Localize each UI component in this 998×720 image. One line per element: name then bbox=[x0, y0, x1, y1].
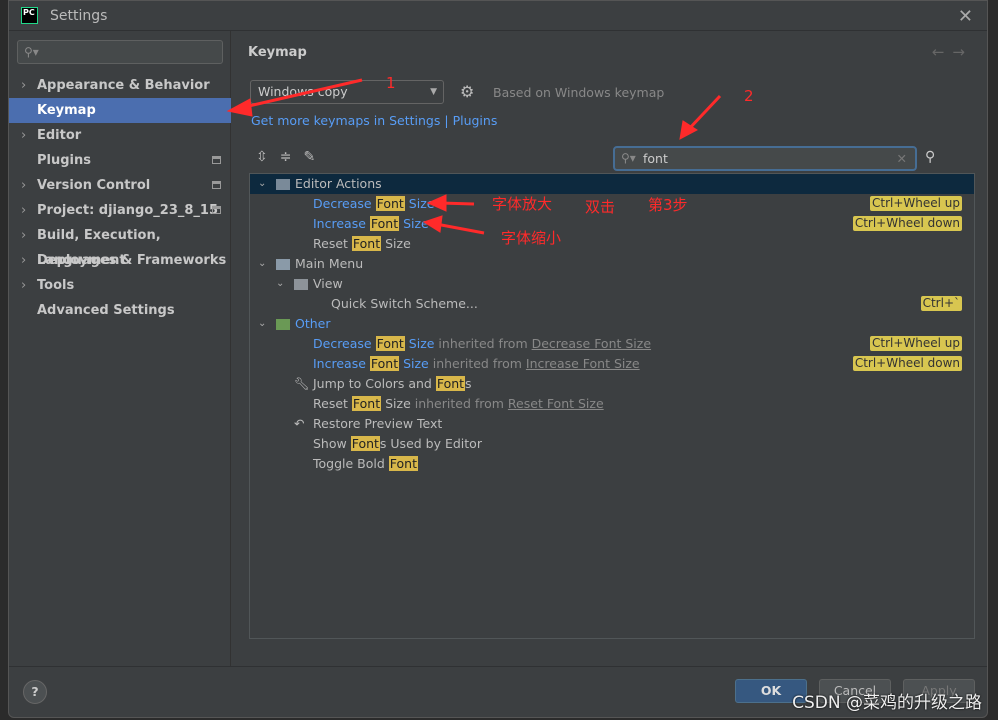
arrow-1-head bbox=[226, 98, 253, 117]
annotation-2: 2 bbox=[744, 87, 754, 105]
arrow-3-head bbox=[426, 194, 447, 212]
annotation-double-click: 双击 bbox=[585, 198, 616, 216]
watermark: CSDN @菜鸡的升级之路 bbox=[792, 693, 982, 713]
annotation-shrink: 字体缩小 bbox=[501, 229, 562, 247]
arrow-2 bbox=[686, 94, 722, 132]
annotation-arrows bbox=[226, 78, 722, 235]
annotation-step3: 第3步 bbox=[648, 196, 688, 214]
arrow-1 bbox=[239, 78, 363, 110]
arrow-4 bbox=[435, 222, 485, 235]
annotation-enlarge: 字体放大 bbox=[492, 195, 553, 213]
annotation-1: 1 bbox=[386, 74, 396, 92]
arrow-4-head bbox=[422, 215, 443, 233]
